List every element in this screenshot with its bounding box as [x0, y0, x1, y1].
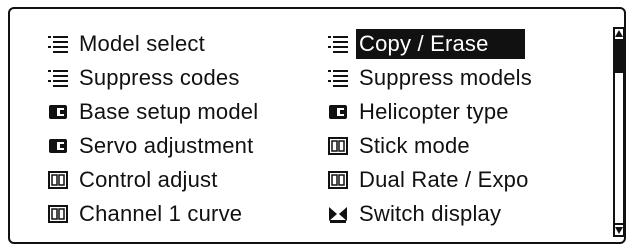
menu-item-copy-erase[interactable]: Copy / Erase [328, 29, 525, 59]
transmitter-icon [48, 204, 68, 224]
menu-item-base-setup-model[interactable]: Base setup model [48, 97, 258, 127]
menu-item-label: Suppress codes [79, 65, 240, 90]
menu-item-suppress-models[interactable]: Suppress models [328, 63, 532, 93]
menu-item-label: Dual Rate / Expo [359, 167, 529, 192]
menu-item-control-adjust[interactable]: Control adjust [48, 165, 218, 195]
transmitter-icon [48, 170, 68, 190]
model-setup-icon [328, 102, 348, 122]
menu-item-channel-1-curve[interactable]: Channel 1 curve [48, 199, 242, 229]
menu-item-dual-rate-expo[interactable]: Dual Rate / Expo [328, 165, 529, 195]
menu-item-model-select[interactable]: Model select [48, 29, 205, 59]
menu-grid: Model select Copy / Erase Suppress codes… [10, 9, 610, 242]
menu-item-label: Switch display [359, 201, 502, 226]
menu-item-label: Copy / Erase [356, 29, 525, 59]
model-setup-icon [48, 102, 68, 122]
list-icon [48, 68, 68, 88]
scroll-thumb[interactable] [613, 39, 625, 73]
menu-item-stick-mode[interactable]: Stick mode [328, 131, 470, 161]
list-icon [328, 34, 348, 54]
switch-icon [328, 204, 348, 224]
menu-item-label: Channel 1 curve [79, 201, 243, 226]
transmitter-icon [328, 136, 348, 156]
menu-screen: Model select Copy / Erase Suppress codes… [8, 7, 626, 244]
menu-item-label: Servo adjustment [79, 133, 254, 158]
menu-item-label: Suppress models [359, 65, 532, 90]
transmitter-icon [328, 170, 348, 190]
list-icon [328, 68, 348, 88]
scrollbar[interactable] [610, 27, 626, 237]
menu-item-label: Base setup model [79, 99, 259, 124]
menu-item-label: Helicopter type [359, 99, 509, 124]
menu-item-servo-adjustment[interactable]: Servo adjustment [48, 131, 253, 161]
scroll-down-button[interactable] [613, 223, 625, 237]
arrow-up-icon [615, 30, 623, 37]
menu-item-helicopter-type[interactable]: Helicopter type [328, 97, 509, 127]
arrow-down-icon [615, 227, 623, 234]
menu-item-label: Control adjust [79, 167, 218, 192]
list-icon [48, 34, 68, 54]
menu-item-label: Model select [79, 31, 205, 56]
menu-item-label: Stick mode [359, 133, 470, 158]
menu-item-suppress-codes[interactable]: Suppress codes [48, 63, 240, 93]
model-setup-icon [48, 136, 68, 156]
menu-item-switch-display[interactable]: Switch display [328, 199, 501, 229]
